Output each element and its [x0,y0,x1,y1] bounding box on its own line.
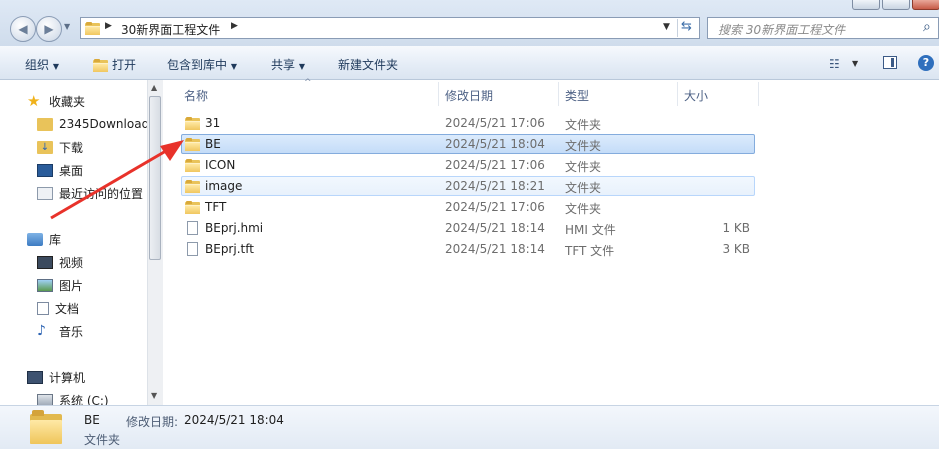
details-pane: BE 修改日期: 2024/5/21 18:04 文件夹 [0,405,939,449]
details-type: 文件夹 [84,433,121,447]
details-name: BE [84,413,100,427]
large-folder-icon [28,410,64,446]
details-modified-label: 修改日期: [126,415,179,429]
annotation-arrow [50,140,184,220]
annotation-arrow-head [160,140,184,161]
annotation-arrow-line [50,146,172,220]
details-modified-value: 2024/5/21 18:04 [184,413,284,427]
